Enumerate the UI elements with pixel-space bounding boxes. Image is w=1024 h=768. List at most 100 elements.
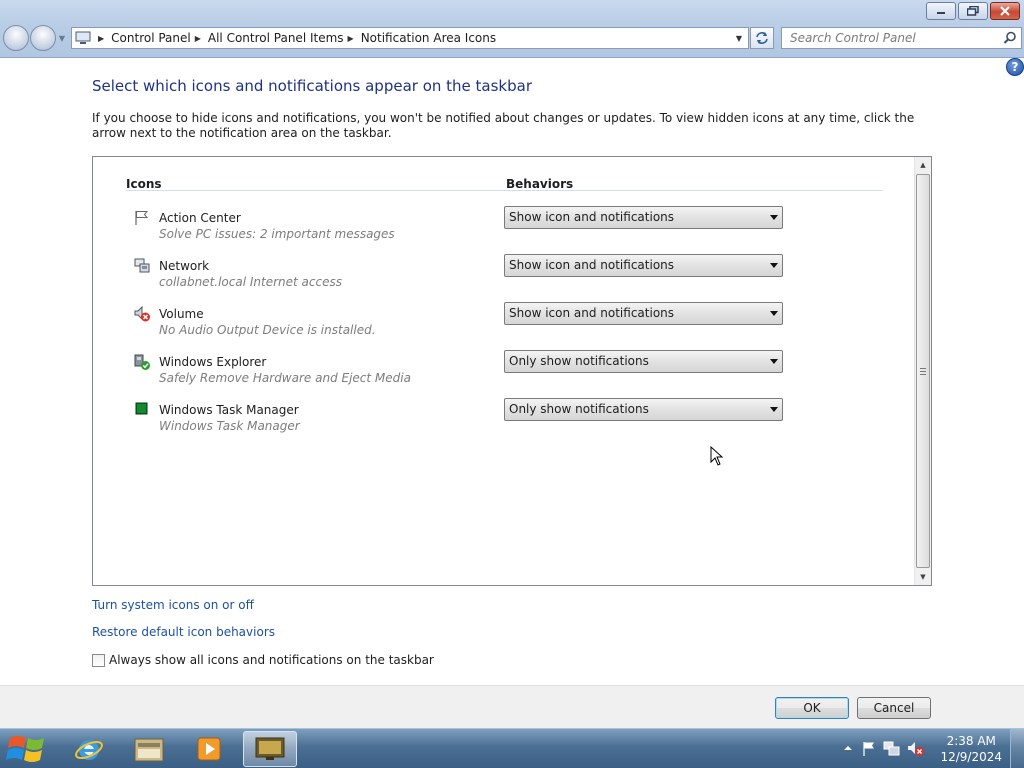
restore-icon — [967, 6, 979, 16]
vertical-scrollbar[interactable]: ▲ ▼ — [914, 157, 931, 585]
row-name: Volume — [159, 307, 204, 321]
behavior-select-value: Show icon and notifications — [509, 306, 675, 320]
help-icon[interactable]: ? — [1006, 58, 1024, 76]
always-show-all-checkbox[interactable] — [92, 653, 105, 667]
list-row-windows-explorer: Windows Explorer Safely Remove Hardware … — [93, 350, 913, 393]
cancel-button[interactable]: Cancel — [857, 697, 931, 719]
breadcrumb-separator[interactable]: ▶ — [348, 34, 354, 43]
row-name: Action Center — [159, 211, 241, 225]
taskbar-internet-explorer[interactable] — [62, 731, 116, 767]
forward-button[interactable] — [30, 25, 56, 51]
taskbar-file-manager[interactable] — [122, 731, 176, 767]
maximize-button[interactable] — [958, 2, 988, 20]
breadcrumb-all-items[interactable]: All Control Panel Items — [208, 31, 344, 45]
behaviors-column-header: Behaviors — [506, 177, 574, 191]
start-button[interactable] — [2, 730, 56, 768]
scrollbar-grip — [920, 368, 926, 375]
clock-date: 12/9/2024 — [940, 750, 1002, 764]
row-description: Safely Remove Hardware and Eject Media — [159, 371, 411, 385]
chevron-down-icon — [770, 407, 778, 412]
recent-pages-dropdown[interactable]: ▼ — [57, 25, 67, 51]
network-icon — [134, 258, 150, 273]
behavior-select[interactable]: Show icon and notifications — [504, 206, 783, 229]
control-panel-icon — [72, 28, 94, 48]
taskbar-control-panel[interactable] — [243, 731, 297, 767]
address-bar[interactable]: ▶ Control Panel ▶ All Control Panel Item… — [71, 27, 749, 49]
row-name: Windows Explorer — [159, 355, 267, 369]
safely-remove-icon — [134, 354, 150, 370]
back-button[interactable] — [3, 25, 29, 51]
breadcrumb-separator[interactable]: ▶ — [195, 34, 201, 43]
turn-system-icons-link[interactable]: Turn system icons on or off — [92, 598, 254, 612]
show-desktop-button[interactable] — [1010, 729, 1024, 768]
address-dropdown-button[interactable]: ▼ — [732, 30, 746, 46]
show-hidden-icons-icon[interactable] — [843, 743, 853, 753]
search-placeholder: Search Control Panel — [790, 31, 916, 45]
behavior-select[interactable]: Show icon and notifications — [504, 302, 783, 325]
row-description: No Audio Output Device is installed. — [159, 323, 376, 337]
row-name: Windows Task Manager — [159, 403, 299, 417]
refresh-button[interactable] — [750, 27, 774, 49]
taskbar-clock[interactable]: 2:38 AM 12/9/2024 — [940, 733, 1002, 765]
clock-time: 2:38 AM — [946, 734, 996, 748]
always-show-all-option[interactable]: Always show all icons and notifications … — [92, 653, 434, 667]
behavior-select[interactable]: Show icon and notifications — [504, 254, 783, 277]
intro-text: If you choose to hide icons and notifica… — [92, 111, 915, 140]
chevron-down-icon — [770, 359, 778, 364]
list-row-network: Network collabnet.local Internet access … — [93, 254, 913, 297]
restore-defaults-link[interactable]: Restore default icon behaviors — [92, 625, 275, 639]
close-button[interactable] — [990, 2, 1020, 20]
window-controls — [926, 2, 1020, 20]
taskbar: 2:38 AM 12/9/2024 — [0, 728, 1024, 768]
behavior-select-value: Show icon and notifications — [509, 210, 675, 224]
row-description: Solve PC issues: 2 important messages — [159, 227, 395, 241]
icons-column-header: Icons — [126, 177, 162, 191]
breadcrumb-control-panel[interactable]: Control Panel — [111, 31, 191, 45]
taskbar-media-player[interactable] — [182, 731, 236, 767]
mouse-cursor-icon — [710, 446, 724, 466]
behavior-select[interactable]: Only show notifications — [504, 350, 783, 373]
minimize-icon — [937, 12, 945, 14]
scroll-down-button[interactable]: ▼ — [915, 569, 931, 585]
chevron-down-icon — [770, 215, 778, 220]
notification-icons-list: Icons Behaviors Action Center Solve PC i… — [92, 156, 932, 586]
tray-network-icon[interactable] — [883, 741, 901, 757]
list-row-volume: Volume No Audio Output Device is install… — [93, 302, 913, 345]
chevron-down-icon — [770, 311, 778, 316]
breadcrumb-separator: ▶ — [98, 33, 105, 43]
search-input[interactable]: Search Control Panel — [781, 27, 1022, 49]
scrollbar-thumb[interactable] — [916, 174, 930, 568]
dialog-footer: OK Cancel — [0, 685, 1024, 728]
behavior-select-value: Only show notifications — [509, 354, 649, 368]
volume-muted-icon — [134, 305, 150, 322]
scroll-up-button[interactable]: ▲ — [915, 157, 931, 173]
ok-button[interactable]: OK — [775, 697, 849, 719]
flag-icon — [135, 211, 149, 225]
action-center-flag-icon[interactable] — [861, 741, 877, 757]
always-show-all-label[interactable]: Always show all icons and notifications … — [109, 653, 434, 667]
system-tray: 2:38 AM 12/9/2024 — [839, 729, 1024, 768]
tray-volume-muted-icon[interactable] — [907, 741, 925, 757]
behavior-select-value: Show icon and notifications — [509, 258, 675, 272]
behavior-select[interactable]: Only show notifications — [504, 398, 783, 421]
list-row-task-manager: Windows Task Manager Windows Task Manage… — [93, 398, 913, 441]
task-manager-icon — [135, 402, 148, 415]
header-divider — [126, 190, 883, 191]
search-icon[interactable] — [1003, 31, 1017, 45]
chevron-down-icon — [770, 263, 778, 268]
control-panel-window-icon — [255, 737, 285, 760]
refresh-icon — [756, 32, 768, 44]
minimize-button[interactable] — [926, 2, 956, 20]
row-description: collabnet.local Internet access — [159, 275, 342, 289]
close-icon — [1000, 6, 1010, 16]
navigation-buttons: ▼ — [3, 25, 67, 51]
page-title: Select which icons and notifications app… — [92, 77, 532, 95]
media-player-icon — [197, 737, 221, 761]
windows-logo-icon — [6, 736, 44, 762]
row-name: Network — [159, 259, 210, 273]
list-row-action-center: Action Center Solve PC issues: 2 importa… — [93, 206, 913, 249]
behavior-select-value: Only show notifications — [509, 402, 649, 416]
row-description: Windows Task Manager — [159, 419, 300, 433]
folder-icon — [134, 738, 164, 762]
breadcrumb-notification-area-icons[interactable]: Notification Area Icons — [361, 31, 496, 45]
